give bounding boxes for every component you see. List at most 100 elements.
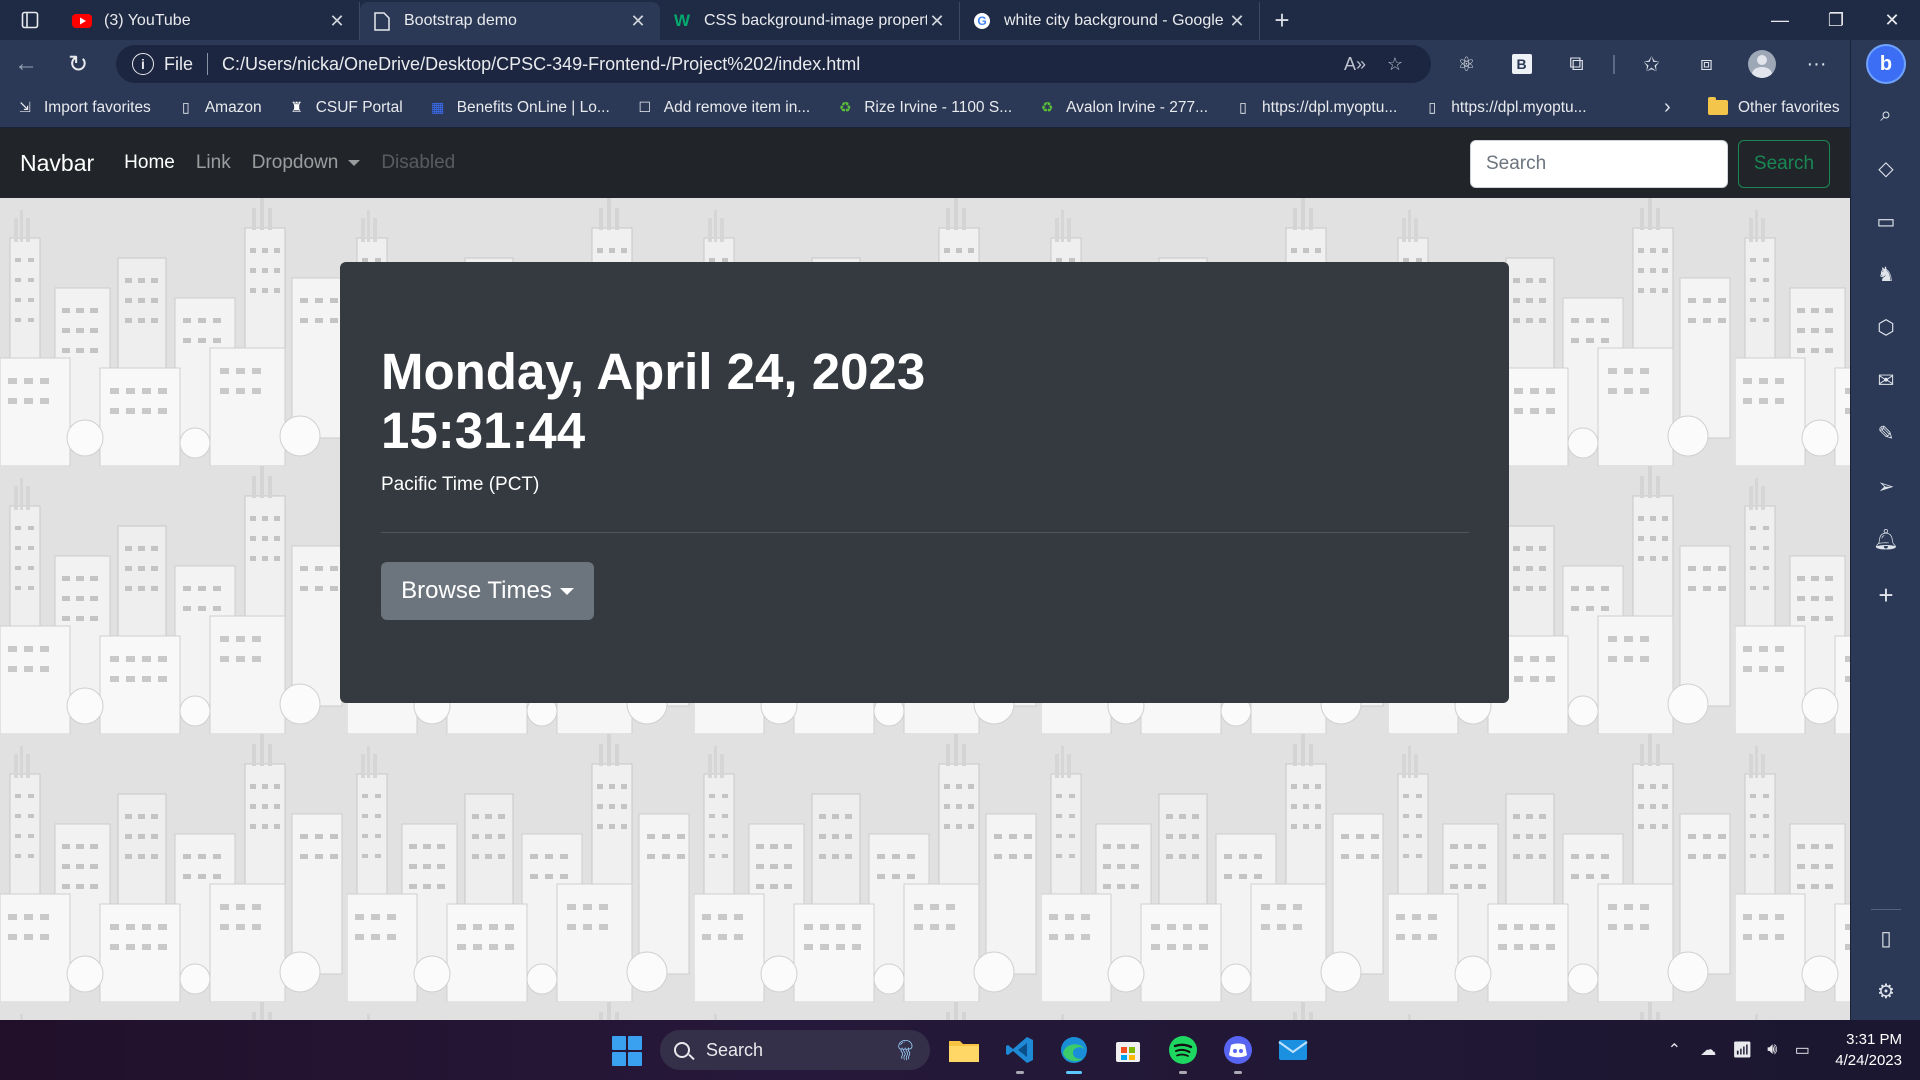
search-icon: ⌕ <box>1880 103 1892 126</box>
mail-app[interactable] <box>1273 1030 1313 1070</box>
taskbar-clock[interactable]: 3:31 PM 4/24/2023 <box>1835 1029 1902 1071</box>
divider <box>381 532 1469 533</box>
nav-link-disabled: Disabled <box>381 152 456 173</box>
back-button[interactable]: ← <box>0 40 52 88</box>
favorite-benefits[interactable]: ▦ Benefits OnLine | Lo... <box>429 99 610 117</box>
sidebar-shopping[interactable]: ◇ <box>1851 148 1920 188</box>
sidebar-settings[interactable]: ⚙ <box>1851 971 1920 1011</box>
tab-css-background[interactable]: W CSS background-image property ✕ <box>660 2 960 40</box>
sidebar-search[interactable]: ⌕ <box>1851 95 1920 135</box>
nav-link-home[interactable]: Home <box>124 152 175 174</box>
nav-dropdown-label: Dropdown <box>251 152 339 173</box>
scheme-label: File <box>164 53 194 74</box>
tab-title: (3) YouTube <box>104 12 191 29</box>
tab-bootstrap-demo[interactable]: Bootstrap demo ✕ <box>360 2 660 40</box>
spotify-icon <box>1169 1036 1197 1064</box>
toolbox-icon: ▭ <box>1876 210 1896 233</box>
tab-title: white city background - Google S <box>1004 12 1227 29</box>
chevron-up-icon[interactable]: ⌃ <box>1659 1040 1689 1060</box>
sidebar-tools[interactable]: ▭ <box>1851 201 1920 241</box>
sidebar-notifications[interactable]: 🔔︎ <box>1851 519 1920 559</box>
sidebar-add[interactable]: + <box>1851 575 1920 615</box>
close-window-button[interactable]: ✕ <box>1864 0 1920 40</box>
wifi-icon[interactable]: 📶︎ <box>1727 1040 1757 1060</box>
read-aloud-icon[interactable]: A» <box>1335 54 1375 75</box>
csuf-icon: ♜ <box>290 99 303 115</box>
hide-sidebar-button[interactable]: ▯ <box>1851 918 1920 958</box>
clock-date: 4/24/2023 <box>1835 1052 1902 1069</box>
extension-b-icon[interactable]: B <box>1494 40 1549 88</box>
windows-logo-icon <box>628 1036 642 1050</box>
more-menu-icon[interactable]: ··· <box>1789 40 1844 88</box>
vscode-app[interactable] <box>1000 1030 1040 1074</box>
spotify-app[interactable] <box>1163 1030 1203 1074</box>
sidebar-office[interactable]: ⬡ <box>1851 307 1920 347</box>
nav-link-link[interactable]: Link <box>196 152 231 174</box>
sidebar-designer[interactable]: ✎ <box>1851 413 1920 453</box>
benefits-icon: ▦ <box>431 99 445 115</box>
caret-down-icon <box>348 160 361 166</box>
checkbox-icon: ☐ <box>638 99 652 115</box>
close-tab-icon[interactable]: ✕ <box>327 11 347 32</box>
favorite-dpl-2[interactable]: ▯ https://dpl.myoptu... <box>1423 99 1586 117</box>
browse-times-button[interactable]: Browse Times <box>381 562 594 620</box>
edge-app[interactable] <box>1054 1030 1094 1074</box>
bing-chat-button[interactable]: b <box>1851 40 1920 88</box>
windows-logo-icon <box>628 1052 642 1066</box>
favorite-add-remove[interactable]: ☐ Add remove item in... <box>636 99 811 117</box>
url-text[interactable]: C:/Users/nicka/OneDrive/Desktop/CPSC-349… <box>222 54 1335 75</box>
onedrive-error-icon[interactable]: ☁ <box>1689 1040 1727 1060</box>
info-icon[interactable]: i <box>132 53 154 75</box>
minimize-button[interactable]: — <box>1752 0 1808 40</box>
close-tab-icon[interactable]: ✕ <box>927 11 947 32</box>
sidebar-send[interactable]: ➢ <box>1851 466 1920 506</box>
favorite-label: Rize Irvine - 1100 S... <box>864 98 1013 116</box>
start-button[interactable] <box>612 1036 642 1066</box>
favorite-label: Amazon <box>204 98 262 116</box>
favorite-import[interactable]: ⇲ Import favorites <box>16 99 151 117</box>
tab-google-search[interactable]: G white city background - Google S ✕ <box>960 2 1260 40</box>
other-favorites[interactable]: Other favorites <box>1708 97 1840 117</box>
react-devtools-icon[interactable]: ⚛ <box>1439 40 1494 88</box>
window-controls: — ❐ ✕ <box>1752 0 1920 40</box>
discord-app[interactable] <box>1218 1030 1258 1074</box>
send-icon: ➢ <box>1877 475 1895 498</box>
refresh-button[interactable]: ↻ <box>52 40 104 88</box>
windows-logo-icon <box>612 1036 626 1050</box>
sidebar-games[interactable]: ♞ <box>1851 254 1920 294</box>
clock-time: 3:31 PM <box>1846 1031 1902 1048</box>
profile-button[interactable] <box>1734 40 1789 88</box>
collections-icon[interactable]: ⧈ <box>1679 40 1734 88</box>
edge-icon <box>1061 1037 1087 1063</box>
taskbar-search[interactable]: Search 🪼︎ <box>660 1030 930 1070</box>
sidebar-outlook[interactable]: ✉ <box>1851 360 1920 400</box>
close-tab-icon[interactable]: ✕ <box>628 11 648 32</box>
navbar-brand[interactable]: Navbar <box>20 150 94 177</box>
add-favorite-icon[interactable]: ☆ <box>1375 54 1415 75</box>
battery-icon[interactable]: ▭ <box>1787 1040 1817 1060</box>
tab-actions-button[interactable] <box>0 0 60 40</box>
favorites-icon[interactable]: ✩ <box>1624 40 1679 88</box>
favorite-csuf-portal[interactable]: ♜ CSUF Portal <box>288 99 402 117</box>
store-icon <box>1116 1042 1140 1062</box>
divider <box>1871 909 1901 910</box>
store-app[interactable] <box>1108 1030 1148 1070</box>
navbar-search-input[interactable]: Search <box>1470 140 1728 188</box>
file-explorer-app[interactable] <box>944 1030 984 1070</box>
navbar-search-button[interactable]: Search <box>1738 140 1830 188</box>
favorite-amazon[interactable]: ▯ Amazon <box>177 99 262 117</box>
volume-icon[interactable]: 🔊︎ <box>1757 1041 1787 1059</box>
restore-button[interactable]: ❐ <box>1808 0 1864 40</box>
address-bar[interactable]: i File C:/Users/nicka/OneDrive/Desktop/C… <box>116 45 1431 83</box>
favorite-rize[interactable]: ♻ Rize Irvine - 1100 S... <box>836 99 1012 117</box>
close-tab-icon[interactable]: ✕ <box>1227 11 1247 32</box>
new-tab-button[interactable]: + <box>1260 0 1304 40</box>
chevron-right-icon[interactable]: › <box>1664 96 1671 119</box>
extensions-icon[interactable]: ⧉ <box>1549 40 1604 88</box>
tab-youtube[interactable]: (3) YouTube ✕ <box>60 2 360 40</box>
current-date: Monday, April 24, 2023 <box>381 343 926 400</box>
nav-dropdown[interactable]: Dropdown <box>252 152 361 174</box>
favorite-dpl-1[interactable]: ▯ https://dpl.myoptu... <box>1234 99 1397 117</box>
favorite-avalon[interactable]: ♻ Avalon Irvine - 277... <box>1038 99 1208 117</box>
bing-icon: b <box>1868 46 1904 82</box>
